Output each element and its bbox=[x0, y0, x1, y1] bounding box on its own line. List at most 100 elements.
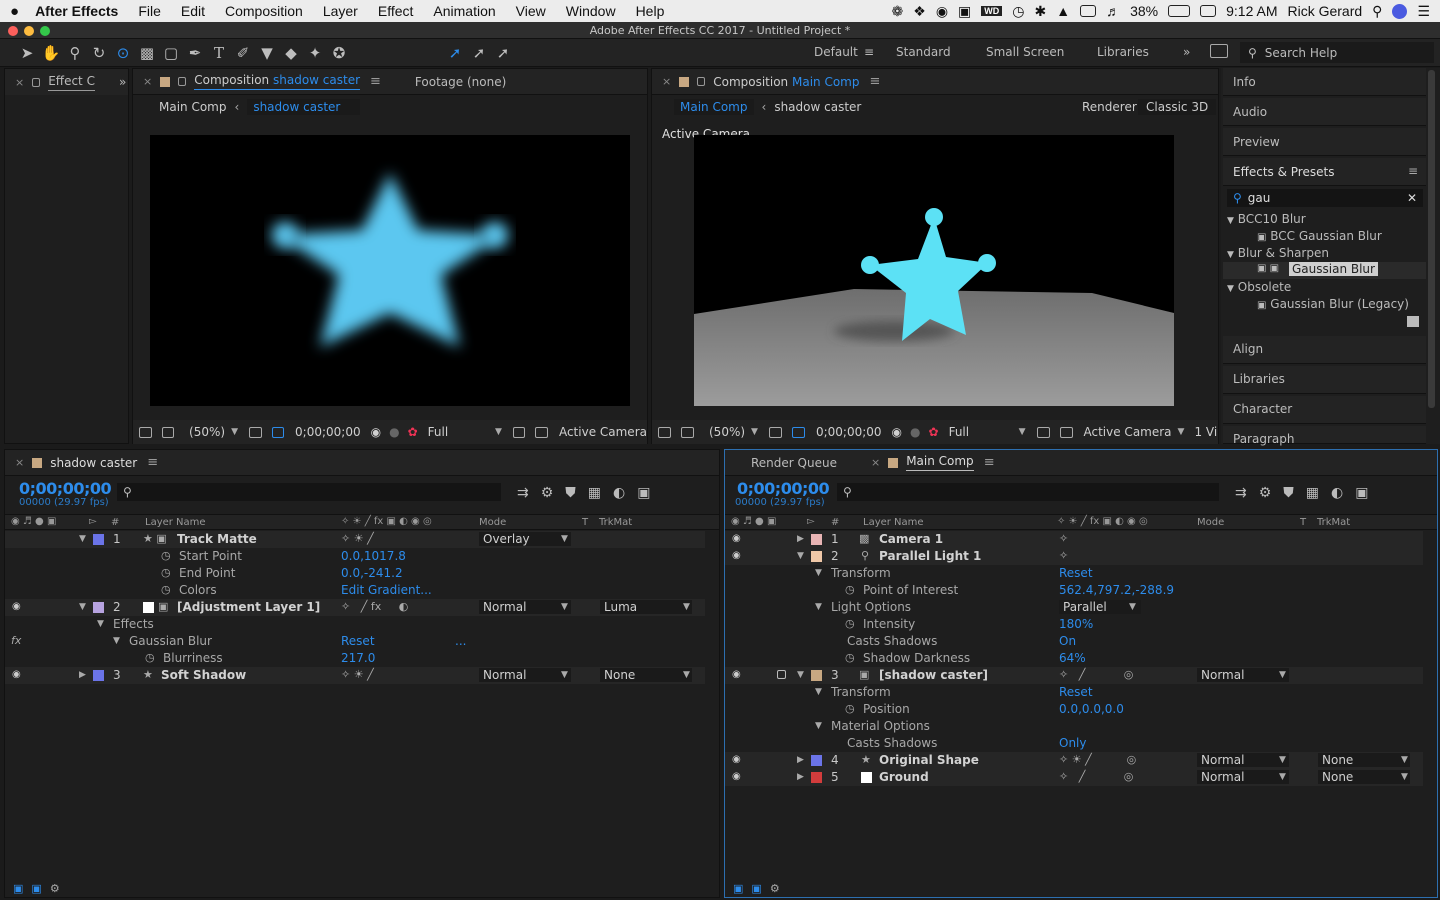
monitor-icon[interactable] bbox=[161, 426, 175, 438]
transparency-grid-icon[interactable] bbox=[1059, 426, 1073, 438]
panel-overflow-button[interactable]: » bbox=[119, 75, 126, 89]
layer-name[interactable]: Ground bbox=[879, 770, 929, 784]
edit-gradient-link[interactable]: Edit Gradient... bbox=[341, 583, 432, 597]
stopwatch-icon[interactable]: ◷ bbox=[161, 549, 171, 562]
layer-name[interactable]: Track Matte bbox=[177, 532, 257, 546]
effects-presets-panel-header[interactable]: Effects & Presets ≡ bbox=[1223, 158, 1426, 186]
wd-badge[interactable]: WD bbox=[981, 6, 1003, 16]
align-panel-header[interactable]: Align bbox=[1223, 336, 1426, 364]
airplay-icon[interactable] bbox=[1080, 5, 1097, 17]
trkmat-dropdown[interactable]: None bbox=[1318, 770, 1410, 784]
mode-dropdown[interactable]: Normal bbox=[1197, 770, 1289, 784]
visibility-eye-icon[interactable]: ◉ bbox=[732, 771, 741, 782]
sync-settings-icon[interactable] bbox=[1210, 44, 1228, 58]
panel-menu-icon[interactable]: ≡ bbox=[1408, 164, 1418, 178]
layer-switches[interactable]: ✧ bbox=[1059, 549, 1068, 562]
stopwatch-icon[interactable]: ◷ bbox=[845, 617, 855, 630]
battery-icon[interactable] bbox=[1168, 5, 1191, 17]
draft-3d-icon[interactable]: ⚙ bbox=[1259, 485, 1272, 501]
layer-row[interactable]: ◉ ▼ 2 ⚲ Parallel Light 1 ✧ bbox=[725, 548, 1423, 565]
disclosure-triangle-icon[interactable]: ▼ bbox=[97, 619, 104, 629]
layer-switches[interactable]: ✧ ☀ ╱ bbox=[341, 668, 374, 681]
layer-row[interactable]: ◉ ▶ 3 ★ Soft Shadow ✧ ☀ ╱ Normal ▼ None … bbox=[5, 667, 705, 684]
rectangle-tool-icon[interactable]: ▢ bbox=[160, 42, 182, 64]
menu-effect[interactable]: Effect bbox=[368, 3, 424, 19]
composition-tab[interactable]: Composition shadow caster bbox=[194, 73, 361, 90]
adobe-cc-icon[interactable]: ◉ bbox=[936, 3, 948, 20]
stopwatch-icon[interactable]: ◷ bbox=[845, 702, 855, 715]
time-machine-icon[interactable]: ◷ bbox=[1012, 3, 1024, 20]
effect-options-link[interactable]: ... bbox=[455, 634, 466, 648]
spotlight-icon[interactable]: ⚲ bbox=[1372, 3, 1382, 20]
workspace-standard[interactable]: Standard bbox=[896, 45, 951, 59]
show-snapshot-icon[interactable]: ● bbox=[910, 425, 920, 439]
menu-help[interactable]: Help bbox=[626, 3, 675, 19]
layer-search-field[interactable]: ⚲ bbox=[117, 483, 501, 501]
tree-folder[interactable]: ▼ BCC10 Blur bbox=[1227, 212, 1306, 226]
bluetooth-icon[interactable]: ✱ bbox=[1034, 3, 1046, 20]
menu-layer[interactable]: Layer bbox=[313, 3, 368, 19]
menu-window[interactable]: Window bbox=[556, 3, 626, 19]
unified-camera-tool-icon[interactable]: ⊙ bbox=[112, 42, 134, 64]
apple-icon[interactable]: ● bbox=[0, 3, 29, 20]
close-panel-icon[interactable]: × bbox=[662, 75, 671, 88]
mode-dropdown[interactable]: Normal bbox=[1197, 668, 1289, 682]
tree-folder[interactable]: ▼ Obsolete bbox=[1227, 280, 1291, 294]
timeline-tab[interactable]: Main Comp bbox=[906, 454, 974, 471]
layer-row[interactable]: ◉ ▼ 2 ▣ [Adjustment Layer 1] ✧ ╱ fx ◐ No… bbox=[5, 599, 705, 616]
clear-search-icon[interactable]: ✕ bbox=[1407, 191, 1417, 205]
layer-row[interactable]: ▼ 1 ★ ▣ Track Matte ✧ ☀ ╱ Overlay ▼ bbox=[5, 531, 705, 548]
clone-stamp-tool-icon[interactable]: ▼ bbox=[256, 42, 278, 64]
render-queue-tab[interactable]: Render Queue bbox=[751, 456, 837, 470]
current-time-field[interactable]: 0;00;00;00 bbox=[295, 425, 361, 439]
layer-switches[interactable]: ✧ ╱ ◎ bbox=[1059, 668, 1133, 681]
layer-label-color[interactable] bbox=[811, 551, 822, 562]
motion-blur-icon[interactable]: ◐ bbox=[1331, 485, 1343, 501]
tree-effect[interactable]: ▣ BCC Gaussian Blur bbox=[1257, 229, 1382, 243]
volume-icon[interactable]: ♬ bbox=[1106, 3, 1120, 19]
stopwatch-icon[interactable]: ◷ bbox=[845, 583, 855, 596]
layer-switches-toggle-icon[interactable]: ▣ bbox=[13, 882, 23, 895]
disclosure-triangle-icon[interactable]: ▼ bbox=[797, 670, 804, 680]
layer-switches[interactable]: ✧ ☀ ╱ bbox=[341, 532, 374, 545]
rotation-tool-icon[interactable]: ↻ bbox=[88, 42, 110, 64]
close-panel-icon[interactable]: × bbox=[143, 75, 152, 88]
disclosure-triangle-icon[interactable]: ▼ bbox=[79, 534, 86, 544]
disclosure-triangle-icon[interactable]: ▼ bbox=[113, 636, 120, 646]
draft-3d-icon[interactable]: ⚙ bbox=[541, 485, 554, 501]
snapshot-icon[interactable]: ◉ bbox=[892, 425, 902, 439]
disclosure-triangle-icon[interactable]: ▼ bbox=[815, 687, 822, 697]
mode-dropdown[interactable]: Overlay bbox=[479, 532, 571, 546]
timeline-current-time[interactable]: 0;00;00;00 bbox=[19, 479, 112, 498]
layer-row[interactable]: ◉ ▼ 3 ▣ [shadow caster] ✧ ╱ ◎ Normal ▼ bbox=[725, 667, 1423, 684]
reset-link[interactable]: Reset bbox=[341, 634, 375, 648]
menu-edit[interactable]: Edit bbox=[171, 3, 215, 19]
effect-controls-tab[interactable]: Effect C bbox=[48, 74, 95, 91]
preview-panel-header[interactable]: Preview bbox=[1223, 128, 1426, 156]
transfer-controls-toggle-icon[interactable]: ▣ bbox=[751, 882, 761, 895]
graph-editor-icon[interactable]: ▣ bbox=[637, 485, 650, 501]
trkmat-dropdown[interactable]: None bbox=[1318, 753, 1410, 767]
view-axis-mode-icon[interactable]: ➚ bbox=[492, 42, 514, 64]
always-preview-icon[interactable] bbox=[658, 426, 671, 438]
current-time-field[interactable]: 0;00;00;00 bbox=[816, 425, 882, 439]
transfer-controls-toggle-icon[interactable]: ▣ bbox=[31, 882, 41, 895]
record-icon[interactable]: ▣ bbox=[958, 3, 971, 20]
layer-row[interactable]: ◉ ▶ 4 ★ Original Shape ✧ ☀ ╱ ◎ Normal ▼ … bbox=[725, 752, 1423, 769]
channel-icon[interactable]: ✿ bbox=[408, 425, 418, 439]
stopwatch-icon[interactable]: ◷ bbox=[161, 583, 171, 596]
trkmat-dropdown[interactable]: None bbox=[600, 668, 692, 682]
panel-menu-icon[interactable]: ≡ bbox=[147, 455, 158, 470]
libraries-panel-header[interactable]: Libraries bbox=[1223, 366, 1426, 394]
stopwatch-icon[interactable]: ◷ bbox=[161, 566, 171, 579]
layer-row[interactable]: ◉ ▶ 5 Ground ✧ ╱ ◎ Normal ▼ None ▼ bbox=[725, 769, 1423, 786]
visibility-eye-icon[interactable]: ◉ bbox=[732, 754, 741, 765]
visibility-eye-icon[interactable]: ◉ bbox=[12, 669, 21, 680]
layer-switches[interactable]: ✧ ☀ ╱ ◎ bbox=[1059, 753, 1136, 766]
visibility-eye-icon[interactable]: ◉ bbox=[732, 550, 741, 561]
breadcrumb-shadow-caster[interactable]: shadow caster bbox=[774, 100, 861, 114]
workspace-libraries[interactable]: Libraries bbox=[1097, 45, 1149, 59]
mode-dropdown[interactable]: Normal bbox=[479, 600, 571, 614]
brush-tool-icon[interactable]: ✐ bbox=[232, 42, 254, 64]
effects-search-field[interactable]: ⚲ gau ✕ bbox=[1227, 189, 1423, 207]
